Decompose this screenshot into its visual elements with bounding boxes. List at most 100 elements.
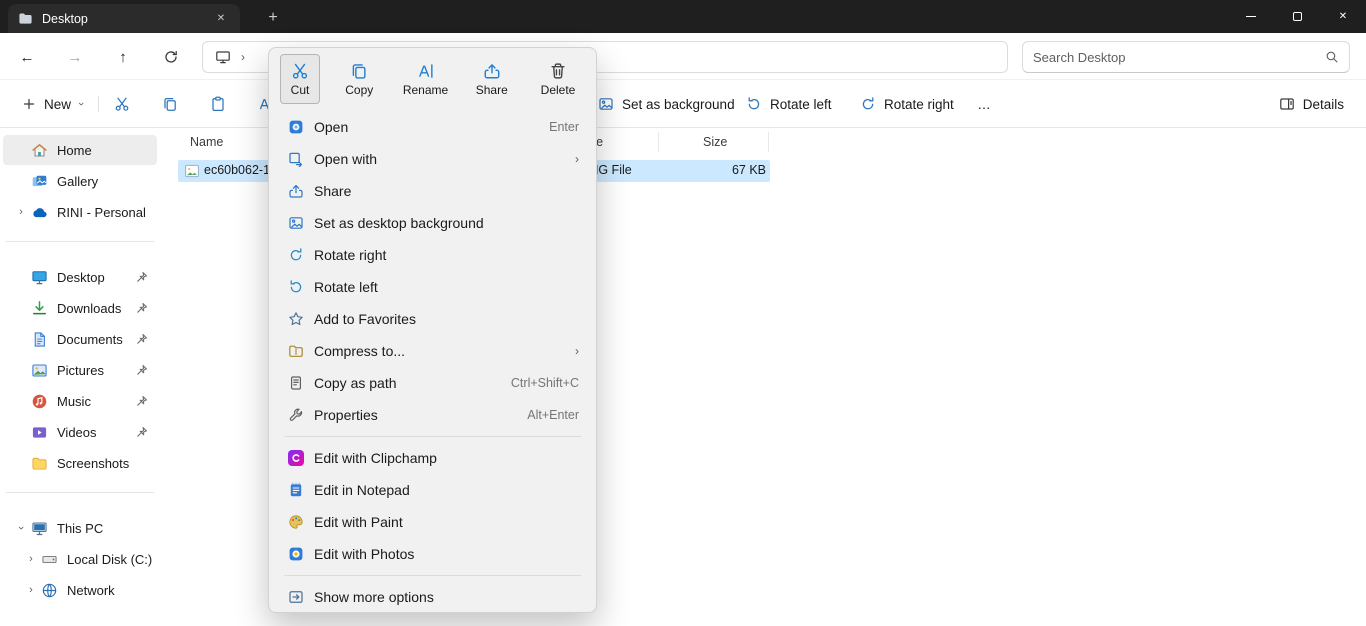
- sidebar-item-desktop[interactable]: Desktop: [3, 262, 157, 292]
- file-explorer-window: Desktop ✕ + ✕ ← → ↑ ›: [0, 0, 1366, 626]
- tab-close-icon[interactable]: ✕: [212, 10, 230, 28]
- navigation-bar: ← → ↑ ›: [0, 33, 1366, 80]
- rotate-right-button[interactable]: Rotate right: [850, 88, 964, 120]
- breadcrumb-chevron-icon[interactable]: ›: [241, 50, 245, 64]
- sidebar-item-downloads[interactable]: Downloads: [3, 293, 157, 323]
- chevron-right-icon: ›: [29, 584, 33, 596]
- menu-item-add-to-favorites[interactable]: Add to Favorites: [274, 303, 591, 335]
- refresh-button[interactable]: [156, 42, 186, 72]
- menu-item-compress-to[interactable]: Compress to... ›: [274, 335, 591, 367]
- home-icon: [31, 142, 48, 159]
- cut-button[interactable]: [104, 88, 140, 120]
- menu-item-open[interactable]: Open Enter: [274, 111, 591, 143]
- sidebar-item-this-pc[interactable]: › This PC: [3, 513, 157, 543]
- menu-item-set-as-desktop-background[interactable]: Set as desktop background: [274, 207, 591, 239]
- column-separator[interactable]: [768, 132, 769, 152]
- sidebar-item-documents[interactable]: Documents: [3, 324, 157, 354]
- tab-title: Desktop: [42, 12, 88, 26]
- menu-item-edit-with-paint[interactable]: Edit with Paint: [274, 506, 591, 538]
- search-input[interactable]: [1033, 50, 1325, 65]
- menu-item-edit-in-notepad[interactable]: Edit in Notepad: [274, 474, 591, 506]
- photos-app-icon: [288, 546, 304, 562]
- menu-divider: [284, 575, 581, 576]
- column-separator[interactable]: [658, 132, 659, 152]
- pin-icon: [136, 333, 148, 345]
- quick-action-delete[interactable]: Delete: [531, 54, 585, 104]
- sidebar-item-pictures[interactable]: Pictures: [3, 355, 157, 385]
- videos-icon: [31, 424, 48, 441]
- rename-icon: [417, 62, 435, 80]
- sidebar-item-network[interactable]: › Network: [13, 575, 157, 605]
- new-label: New: [44, 97, 71, 112]
- column-header-size[interactable]: Size: [703, 135, 727, 149]
- maximize-icon: [1293, 12, 1302, 21]
- quick-action-copy[interactable]: Copy: [332, 54, 386, 104]
- menu-item-copy-as-path[interactable]: Copy as path Ctrl+Shift+C: [274, 367, 591, 399]
- sidebar-item-music[interactable]: Music: [3, 386, 157, 416]
- new-button[interactable]: New ›: [12, 88, 93, 120]
- details-label: Details: [1303, 97, 1344, 112]
- paint-palette-icon: [288, 514, 304, 530]
- explorer-tab-desktop[interactable]: Desktop ✕: [8, 4, 240, 33]
- toolbar-divider: [98, 96, 99, 112]
- clipchamp-icon: [288, 450, 304, 466]
- sidebar-item-screenshots[interactable]: Screenshots: [3, 448, 157, 478]
- pin-icon: [136, 395, 148, 407]
- menu-item-edit-with-clipchamp[interactable]: Edit with Clipchamp: [274, 442, 591, 474]
- rotate-left-button[interactable]: Rotate left: [736, 88, 842, 120]
- menu-shortcut: Alt+Enter: [527, 408, 579, 422]
- chevron-right-icon: ›: [29, 553, 33, 565]
- maximize-button[interactable]: [1274, 0, 1320, 33]
- pictures-icon: [31, 362, 48, 379]
- titlebar: Desktop ✕ + ✕: [0, 0, 1366, 33]
- sidebar-item-label: Screenshots: [57, 456, 129, 471]
- menu-item-show-more-options[interactable]: Show more options: [274, 581, 591, 613]
- menu-item-rotate-right[interactable]: Rotate right: [274, 239, 591, 271]
- menu-item-edit-with-photos[interactable]: Edit with Photos: [274, 538, 591, 570]
- close-button[interactable]: ✕: [1320, 0, 1366, 33]
- rotate-left-icon: [746, 96, 762, 112]
- quick-action-rename[interactable]: Rename: [399, 54, 453, 104]
- forward-button[interactable]: →: [60, 42, 90, 72]
- pin-icon: [136, 426, 148, 438]
- sidebar-item-home[interactable]: Home: [3, 135, 157, 165]
- search-box[interactable]: [1022, 41, 1350, 73]
- quick-action-share[interactable]: Share: [465, 54, 519, 104]
- menu-item-share[interactable]: Share: [274, 175, 591, 207]
- up-button[interactable]: ↑: [108, 42, 138, 72]
- trash-icon: [549, 62, 567, 80]
- set-as-background-button[interactable]: Set as background: [588, 88, 745, 120]
- column-header-name[interactable]: Name: [190, 135, 223, 149]
- sidebar-item-onedrive[interactable]: › RINI - Personal: [3, 197, 157, 227]
- zip-folder-icon: [288, 343, 304, 359]
- context-menu-items: Open Enter Open with › Share Se: [274, 105, 591, 613]
- desktop-monitor-icon: [215, 49, 231, 65]
- new-tab-button[interactable]: +: [260, 5, 286, 31]
- copy-button[interactable]: [152, 88, 188, 120]
- sidebar-item-label: Music: [57, 394, 91, 409]
- sidebar-item-local-disk-c[interactable]: › Local Disk (C:): [13, 544, 157, 574]
- scissors-icon: [114, 96, 130, 112]
- navigation-pane: Home Gallery › RINI - Personal Desktop: [0, 128, 160, 626]
- sidebar-item-videos[interactable]: Videos: [3, 417, 157, 447]
- star-icon: [288, 311, 304, 327]
- submenu-chevron-icon: ›: [575, 344, 579, 358]
- details-button[interactable]: Details: [1269, 88, 1354, 120]
- share-icon: [288, 183, 304, 199]
- rotate-right-icon: [860, 96, 876, 112]
- more-options-button[interactable]: …: [966, 88, 1002, 120]
- window-controls: ✕: [1228, 0, 1366, 33]
- sidebar-item-gallery[interactable]: Gallery: [3, 166, 157, 196]
- file-size: 67 KB: [732, 163, 766, 177]
- back-button[interactable]: ←: [12, 42, 42, 72]
- menu-item-properties[interactable]: Properties Alt+Enter: [274, 399, 591, 431]
- minimize-button[interactable]: [1228, 0, 1274, 33]
- paste-button[interactable]: [200, 88, 236, 120]
- desktop-icon: [31, 269, 48, 286]
- menu-item-open-with[interactable]: Open with ›: [274, 143, 591, 175]
- copy-icon: [350, 62, 368, 80]
- downloads-icon: [31, 300, 48, 317]
- menu-item-rotate-left[interactable]: Rotate left: [274, 271, 591, 303]
- quick-action-cut[interactable]: Cut: [280, 54, 320, 104]
- onedrive-cloud-icon: [31, 204, 48, 221]
